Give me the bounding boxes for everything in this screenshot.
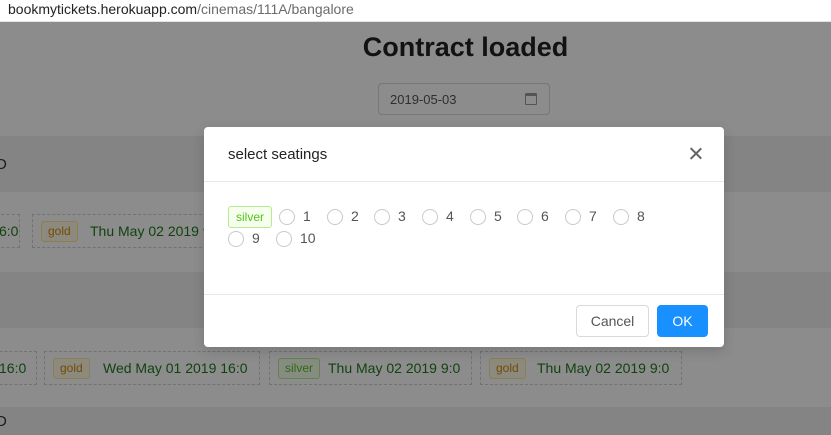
radio-circle[interactable] [613,209,629,225]
seat-number: 6 [541,208,549,224]
modal-header: select seatings [204,127,724,182]
radio-circle[interactable] [517,209,533,225]
radio-circle[interactable] [565,209,581,225]
seat-number: 7 [589,208,597,224]
radio-circle[interactable] [327,209,343,225]
seat-number: 9 [252,230,260,246]
seat-line: 9 10 [228,227,708,249]
seat-selection-modal: select seatings silver 1 2 3 4 5 6 7 8 9… [204,127,724,347]
silver-tag: silver [228,206,273,228]
radio-circle[interactable] [470,209,486,225]
seat-number: 10 [300,230,316,246]
seat-options: silver 1 2 3 4 5 6 7 8 9 10 [228,205,708,249]
ok-button[interactable]: OK [657,305,708,337]
address-bar[interactable]: bookmytickets.herokuapp.com/cinemas/111A… [0,0,831,22]
radio-circle[interactable] [228,231,244,247]
modal-footer: Cancel OK [204,294,724,347]
radio-circle[interactable] [422,209,438,225]
radio-circle[interactable] [279,209,295,225]
seat-number: 3 [398,208,406,224]
radio-circle[interactable] [276,231,292,247]
cancel-button[interactable]: Cancel [576,305,649,337]
seat-line: silver 1 2 3 4 5 6 7 8 [228,205,708,228]
modal-title: select seatings [228,146,328,163]
radio-circle[interactable] [374,209,390,225]
url-path: /cinemas/111A/bangalore [197,1,354,17]
seat-number: 2 [351,208,359,224]
close-icon[interactable] [686,144,706,164]
seat-number: 4 [446,208,454,224]
seat-number: 1 [303,208,311,224]
seat-number: 5 [494,208,502,224]
url-domain: bookmytickets.herokuapp.com [8,1,198,17]
seat-number: 8 [637,208,645,224]
